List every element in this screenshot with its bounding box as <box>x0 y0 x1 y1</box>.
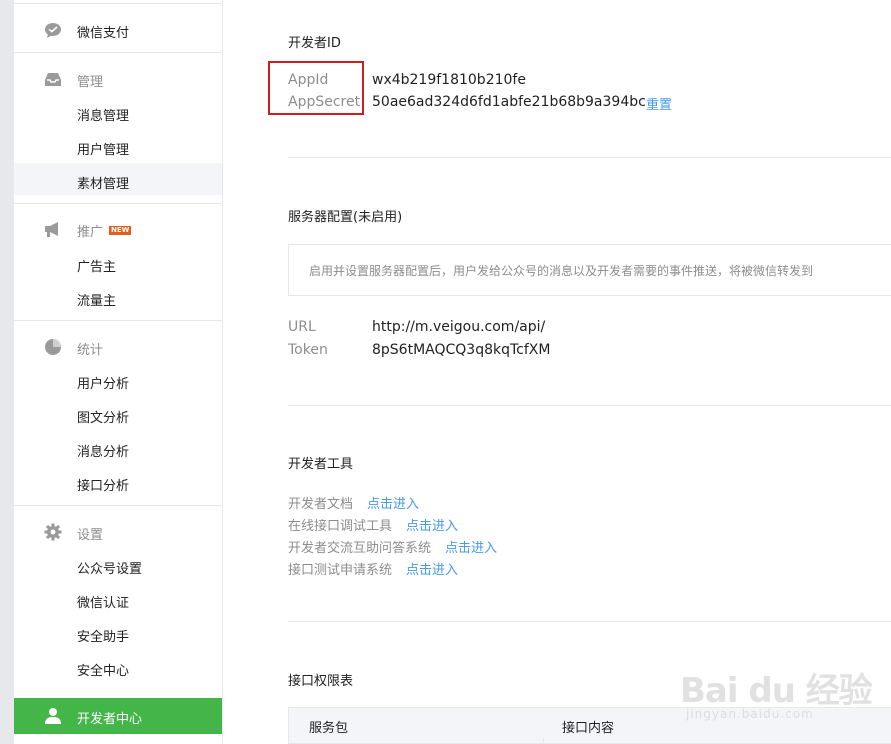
sidebar-item-traffic-owner[interactable]: 流量主 <box>14 282 222 314</box>
sidebar-item-label: 微信支付 <box>77 26 130 41</box>
sidebar-item-user-analysis[interactable]: 用户分析 <box>14 365 222 397</box>
enter-link[interactable]: 点击进入 <box>445 541 497 556</box>
developer-id-title: 开发者ID <box>288 36 341 51</box>
left-gutter <box>0 0 14 744</box>
tool-label: 开发者交流互助问答系统 <box>288 541 432 556</box>
sidebar-item-account-settings[interactable]: 公众号设置 <box>14 550 222 582</box>
dev-tools-title: 开发者工具 <box>288 457 354 472</box>
tool-row-community: 开发者交流互助问答系统 点击进入 <box>288 537 497 556</box>
sidebar-item-security-assistant[interactable]: 安全助手 <box>14 618 222 650</box>
sidebar-item-label: 流量主 <box>77 294 117 309</box>
sidebar-item-advertiser[interactable]: 广告主 <box>14 248 222 280</box>
sidebar-item-label: 开发者中心 <box>77 712 143 727</box>
sidebar-item-label: 图文分析 <box>77 411 130 426</box>
sidebar-item-message-analysis[interactable]: 消息分析 <box>14 433 222 465</box>
gear-icon <box>44 523 62 541</box>
section-title: 统计 <box>77 343 104 358</box>
sidebar-item-security-center[interactable]: 安全中心 <box>14 652 222 684</box>
sidebar-divider <box>14 320 222 321</box>
pie-chart-icon <box>44 338 62 356</box>
sidebar-item-label: 公众号设置 <box>77 562 143 577</box>
sidebar-item-message-manage[interactable]: 消息管理 <box>14 97 222 129</box>
inbox-tray-icon <box>44 70 62 88</box>
sidebar-item-material-manage[interactable]: 素材管理 <box>14 163 222 195</box>
sidebar-item-label: 安全助手 <box>77 630 130 645</box>
sidebar: 微信支付 管理 消息管理 用户管理 素材管理 推广 NEW 广告主 流量主 统计 … <box>14 0 223 744</box>
column-header: 接口内容 <box>562 721 615 736</box>
user-icon <box>44 707 62 725</box>
sidebar-item-label: 素材管理 <box>77 177 130 192</box>
reset-link[interactable]: 重置 <box>646 94 672 113</box>
sidebar-item-label: 安全中心 <box>77 664 130 679</box>
section-title: 管理 <box>77 75 104 90</box>
divider <box>288 157 891 158</box>
tool-label: 在线接口调试工具 <box>288 519 393 534</box>
appid-value: wx4b219f1810b210fe <box>372 72 526 88</box>
divider <box>288 621 891 622</box>
sidebar-item-label: 用户分析 <box>77 377 130 392</box>
server-config-title: 服务器配置(未启用) <box>288 210 403 225</box>
appid-label: AppId <box>288 72 329 88</box>
appsecret-label: AppSecret <box>288 94 361 110</box>
sidebar-divider <box>14 505 222 506</box>
sidebar-item-api-analysis[interactable]: 接口分析 <box>14 467 222 499</box>
sidebar-section-manage: 管理 <box>14 62 222 96</box>
section-title: 设置 <box>77 528 104 543</box>
sidebar-item-label: 广告主 <box>77 260 117 275</box>
sidebar-item-label: 消息分析 <box>77 445 130 460</box>
notice-text: 启用并设置服务器配置后，用户发给公众号的消息以及开发者需要的事件推送，将被微信转… <box>309 264 814 278</box>
permissions-title: 接口权限表 <box>288 674 354 689</box>
server-config-notice: 启用并设置服务器配置后，用户发给公众号的消息以及开发者需要的事件推送，将被微信转… <box>288 244 891 296</box>
column-separator <box>543 738 544 743</box>
token-label: Token <box>288 342 328 358</box>
sidebar-item-label: 消息管理 <box>77 109 130 124</box>
sidebar-section-settings: 设置 <box>14 515 222 549</box>
sidebar-divider <box>14 3 222 4</box>
sidebar-item-article-analysis[interactable]: 图文分析 <box>14 399 222 431</box>
sidebar-section-stats: 统计 <box>14 330 222 364</box>
main-content: 开发者ID AppId wx4b219f1810b210fe AppSecret… <box>222 0 891 744</box>
enter-link[interactable]: 点击进入 <box>367 497 419 512</box>
sidebar-divider <box>14 203 222 204</box>
tool-label: 开发者文档 <box>288 497 354 512</box>
new-badge: NEW <box>109 226 132 235</box>
tool-row-debug: 在线接口调试工具 点击进入 <box>288 515 458 534</box>
url-value: http://m.veigou.com/api/ <box>372 319 546 335</box>
url-label: URL <box>288 319 316 335</box>
sidebar-item-wechat-pay[interactable]: 微信支付 <box>14 13 222 47</box>
section-title: 推广 NEW <box>77 225 132 240</box>
sidebar-item-developer-center[interactable]: 开发者中心 <box>14 698 222 734</box>
appsecret-value: 50ae6ad324d6fd1abfe21b68b9a394bc <box>372 94 646 110</box>
sidebar-item-label: 用户管理 <box>77 143 130 158</box>
sidebar-divider <box>14 52 222 53</box>
sidebar-item-wechat-verify[interactable]: 微信认证 <box>14 584 222 616</box>
megaphone-icon <box>44 220 62 238</box>
enter-link[interactable]: 点击进入 <box>406 519 458 534</box>
tool-row-docs: 开发者文档 点击进入 <box>288 493 419 512</box>
divider <box>288 405 891 406</box>
tool-row-test-apply: 接口测试申请系统 点击进入 <box>288 559 458 578</box>
sidebar-section-promote: 推广 NEW <box>14 212 222 246</box>
sidebar-item-user-manage[interactable]: 用户管理 <box>14 131 222 163</box>
sidebar-item-label: 微信认证 <box>77 596 130 611</box>
permissions-table-header: 服务包 接口内容 <box>288 707 891 744</box>
watermark-logo: Bai du 经验 <box>680 671 873 711</box>
chat-bubble-icon <box>44 21 62 39</box>
tool-label: 接口测试申请系统 <box>288 563 393 578</box>
token-value: 8pS6tMAQCQ3q8kqTcfXM <box>372 342 551 358</box>
column-header: 服务包 <box>309 721 349 736</box>
enter-link[interactable]: 点击进入 <box>406 563 458 578</box>
sidebar-item-label: 接口分析 <box>77 479 130 494</box>
